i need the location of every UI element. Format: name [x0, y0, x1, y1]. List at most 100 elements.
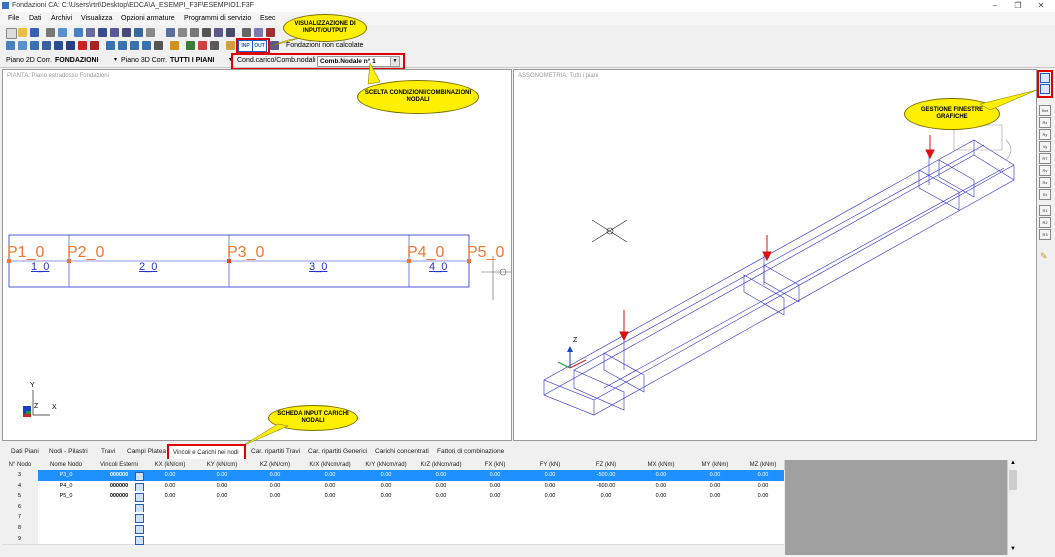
grid-cell[interactable]: 0.00 — [742, 470, 784, 481]
grid-cell[interactable] — [358, 502, 414, 513]
strip-button[interactable]: Bet — [1039, 105, 1051, 116]
pencil-icon[interactable] — [170, 41, 179, 50]
grid-cell[interactable] — [196, 523, 248, 534]
grid-column-header[interactable]: KrX (kNcm/rad) — [302, 460, 359, 470]
color-icon[interactable] — [198, 41, 207, 50]
grid-cell[interactable]: 0.00 — [248, 491, 302, 502]
tool-icon[interactable] — [178, 28, 187, 37]
grid-cell[interactable]: P4_0 — [38, 481, 94, 492]
network-icon[interactable] — [270, 41, 279, 50]
grid-cell[interactable] — [414, 523, 468, 534]
preview-icon[interactable] — [58, 28, 67, 37]
grid-column-header[interactable]: KrY (kNcm/rad) — [358, 460, 415, 470]
tool-icon[interactable] — [214, 28, 223, 37]
grid-cell[interactable] — [522, 534, 578, 545]
grid-cell[interactable]: 0.00 — [302, 481, 358, 492]
grid-cell[interactable]: P3_0 — [38, 470, 94, 481]
grid-column-header[interactable]: KZ (kN/cm) — [248, 460, 303, 470]
grid-cell[interactable] — [38, 534, 94, 545]
grid-cell[interactable] — [196, 512, 248, 523]
strip-button[interactable]: RT — [1039, 153, 1051, 164]
grid-cell[interactable] — [688, 502, 742, 513]
grid-cell[interactable] — [742, 502, 784, 513]
grid-cell[interactable] — [634, 502, 688, 513]
grid-cell[interactable] — [38, 512, 94, 523]
grid-cell[interactable]: 0.00 — [522, 470, 578, 481]
pan-icon[interactable] — [154, 41, 163, 50]
grid-cell[interactable] — [688, 523, 742, 534]
grid-cell[interactable]: 0.00 — [144, 491, 196, 502]
tool-icon[interactable] — [110, 28, 119, 37]
grid-cell[interactable] — [144, 523, 196, 534]
grid-cell[interactable]: 0.00 — [688, 491, 742, 502]
grid-cell[interactable]: 0.00 — [468, 481, 522, 492]
grid-cell[interactable]: 0.00 — [144, 481, 196, 492]
grid-column-header[interactable]: KX (kN/cm) — [144, 460, 197, 470]
grid-cell[interactable] — [414, 502, 468, 513]
grid-cell[interactable] — [302, 523, 358, 534]
grid-cell[interactable] — [634, 534, 688, 545]
piano3d-select[interactable]: TUTTI I PIANI — [170, 57, 214, 64]
grid-cell[interactable] — [634, 512, 688, 523]
vertical-scrollbar[interactable]: ▲ ▼ — [1007, 460, 1018, 555]
grid-cell[interactable]: 0.00 — [522, 481, 578, 492]
chevron-down-icon[interactable]: ▼ — [390, 57, 399, 66]
grid-cell[interactable]: 0.00 — [414, 491, 468, 502]
grid-cell[interactable]: 0.00 — [196, 481, 248, 492]
menu-esecuzione[interactable]: Esec — [260, 15, 276, 22]
menu-visualizza[interactable]: Visualizza — [81, 15, 112, 22]
grid-cell[interactable]: P5_0 — [38, 491, 94, 502]
grid-column-header[interactable]: FZ (kN) — [578, 460, 635, 470]
tool-icon[interactable] — [266, 28, 275, 37]
tool-icon[interactable] — [98, 28, 107, 37]
zoom-window-icon[interactable] — [106, 41, 115, 50]
grid-cell[interactable] — [522, 512, 578, 523]
open-folder-icon[interactable] — [18, 28, 27, 37]
chevron-down-icon[interactable]: ▾ — [114, 56, 117, 63]
tool-icon[interactable] — [190, 28, 199, 37]
grid-cell[interactable] — [302, 502, 358, 513]
grid-cell[interactable]: 0.00 — [196, 491, 248, 502]
tool-icon[interactable] — [254, 28, 263, 37]
scroll-down-icon[interactable]: ▼ — [1010, 546, 1016, 552]
grid-cell[interactable] — [578, 512, 634, 523]
edit-constraint-icon[interactable] — [135, 535, 144, 545]
grid-cell[interactable] — [196, 534, 248, 545]
grid-cell[interactable] — [248, 523, 302, 534]
grid-cell[interactable] — [468, 523, 522, 534]
grid-cell[interactable] — [742, 534, 784, 545]
split-horizontal-icon[interactable] — [1040, 84, 1050, 94]
grid-cell[interactable]: 0.00 — [742, 491, 784, 502]
tab-car-ripartiti-generici[interactable]: Car. ripartiti Generici — [305, 447, 370, 457]
grid-cell[interactable]: 0.00 — [358, 470, 414, 481]
grid-cell[interactable]: 0.00 — [688, 470, 742, 481]
comb-select[interactable]: Comb.Nodale n° 1 ▼ — [317, 56, 400, 67]
piano2d-select[interactable]: FONDAZIONI — [55, 57, 99, 64]
delete-icon[interactable] — [78, 41, 87, 50]
grid-cell[interactable]: 0.00 — [742, 481, 784, 492]
grid-column-header[interactable]: FY (kN) — [522, 460, 579, 470]
grid-cell[interactable] — [358, 534, 414, 545]
minimize-icon[interactable]: – — [985, 1, 1005, 11]
grid-cell[interactable]: 0.00 — [414, 470, 468, 481]
grid-column-header[interactable]: MZ (kNm) — [742, 460, 785, 470]
node-tool-icon[interactable] — [42, 41, 51, 50]
scroll-thumb[interactable] — [1009, 470, 1017, 490]
grid-column-header[interactable]: KrZ (kNcm/rad) — [414, 460, 469, 470]
tool-icon[interactable] — [146, 28, 155, 37]
zoom-out-icon[interactable] — [130, 41, 139, 50]
tab-nodi-pilastri[interactable]: Nodi - Pilastri — [46, 447, 91, 457]
menu-dati[interactable]: Dati — [29, 15, 41, 22]
grid-cell[interactable]: 0.00 — [414, 481, 468, 492]
strip-button[interactable]: Ry — [1039, 129, 1051, 140]
grid-cell[interactable] — [468, 502, 522, 513]
grid-cell[interactable] — [414, 534, 468, 545]
grid-cell[interactable]: 0.00 — [634, 491, 688, 502]
grid-cell[interactable] — [688, 534, 742, 545]
grid-cell[interactable] — [358, 523, 414, 534]
grid-cell[interactable] — [196, 502, 248, 513]
strip-button[interactable]: Sx — [1039, 189, 1051, 200]
tab-vincoli-carichi[interactable]: Vincoli e Carichi nei nodi — [170, 448, 242, 458]
grid-column-header[interactable]: N° Nodo — [2, 460, 39, 470]
grid-cell[interactable] — [38, 523, 94, 534]
